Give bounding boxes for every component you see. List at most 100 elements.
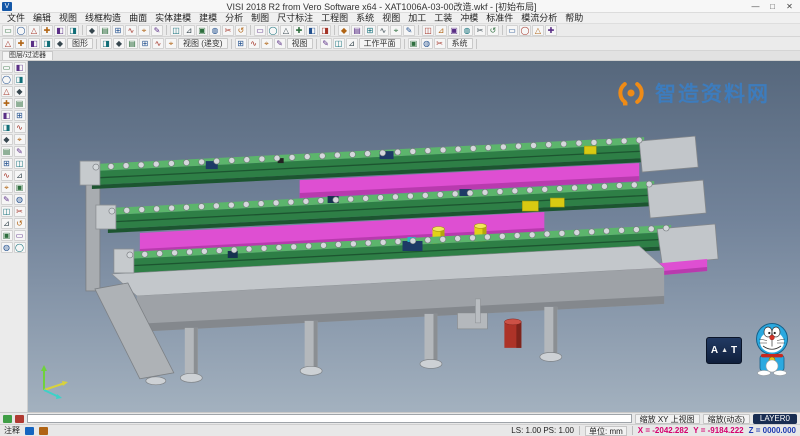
- stop-command-icon[interactable]: [15, 415, 24, 423]
- select-icon[interactable]: ▭: [1, 62, 13, 73]
- extrude-icon[interactable]: ⊞: [14, 110, 26, 121]
- menu-分析[interactable]: 分析: [221, 13, 247, 24]
- minimize-button[interactable]: —: [747, 2, 764, 11]
- rotate-icon[interactable]: ✎: [1, 194, 13, 205]
- workplane-entity-icon[interactable]: ⊿: [346, 38, 358, 49]
- toolbar-group-label-3[interactable]: 工作平面: [359, 38, 401, 49]
- open-icon[interactable]: ◯: [15, 25, 27, 36]
- menu-实体建模[interactable]: 实体建模: [151, 13, 195, 24]
- maximize-button[interactable]: □: [764, 2, 781, 11]
- rectangle-icon[interactable]: ∿: [377, 25, 389, 36]
- polyline-icon[interactable]: ✚: [1, 98, 13, 109]
- save-icon[interactable]: △: [28, 25, 40, 36]
- preview-icon[interactable]: ◧: [54, 25, 66, 36]
- shell-icon[interactable]: ◫: [14, 158, 26, 169]
- measure-icon[interactable]: ✂: [14, 206, 26, 217]
- shade-mode-icon[interactable]: ▭: [254, 25, 266, 36]
- line-icon[interactable]: ◨: [319, 25, 331, 36]
- menu-工装[interactable]: 工装: [430, 13, 456, 24]
- select-all-icon[interactable]: ✎: [151, 25, 163, 36]
- mirror-icon[interactable]: ◫: [422, 25, 434, 36]
- stretch-icon[interactable]: ⊿: [1, 218, 13, 229]
- point-icon[interactable]: ◯: [1, 74, 13, 85]
- settings-icon[interactable]: ▣: [408, 38, 420, 49]
- zoom-window-icon[interactable]: ▣: [196, 25, 208, 36]
- note-icon[interactable]: [25, 427, 34, 435]
- menu-帮助[interactable]: 帮助: [561, 13, 587, 24]
- menu-文件[interactable]: 文件: [3, 13, 29, 24]
- view-front-icon[interactable]: ▤: [126, 38, 138, 49]
- command-input[interactable]: [27, 414, 632, 423]
- macro-icon[interactable]: ✂: [434, 38, 446, 49]
- dimension-icon[interactable]: ✚: [545, 25, 557, 36]
- rotate-view-icon[interactable]: ↺: [235, 25, 247, 36]
- zoom-dynamic-icon[interactable]: ⊞: [235, 38, 247, 49]
- active-layer-badge[interactable]: LAYER0: [753, 414, 797, 424]
- delete-icon[interactable]: ⌖: [138, 25, 150, 36]
- circle-icon[interactable]: ◨: [1, 122, 13, 133]
- section-icon[interactable]: ↺: [14, 218, 26, 229]
- menu-制图[interactable]: 制图: [247, 13, 273, 24]
- refresh-view-icon[interactable]: ✎: [274, 38, 286, 49]
- workplane-icon[interactable]: ◧: [14, 62, 26, 73]
- redo-icon[interactable]: ◆: [86, 25, 98, 36]
- move-icon[interactable]: ⌖: [1, 182, 13, 193]
- feature-icon[interactable]: ◍: [14, 194, 26, 205]
- trim-icon[interactable]: ✂: [474, 25, 486, 36]
- zoom-out-icon[interactable]: ⊿: [183, 25, 195, 36]
- spline-icon[interactable]: ▤: [1, 146, 13, 157]
- menu-模流分析[interactable]: 模流分析: [517, 13, 561, 24]
- menu-曲面[interactable]: 曲面: [125, 13, 151, 24]
- zoom-previous-icon[interactable]: ∿: [248, 38, 260, 49]
- boolean-subtract-icon[interactable]: ✎: [14, 146, 26, 157]
- snap-icon[interactable]: [39, 427, 48, 435]
- pattern-icon[interactable]: ▣: [14, 182, 26, 193]
- calculator-icon[interactable]: ◍: [421, 38, 433, 49]
- scale-icon[interactable]: ◫: [1, 206, 13, 217]
- offset-icon[interactable]: ✎: [403, 25, 415, 36]
- arc-icon[interactable]: ▤: [351, 25, 363, 36]
- dynamic-zoom-button[interactable]: 缩放(动态): [703, 414, 750, 424]
- menu-视图[interactable]: 视图: [378, 13, 404, 24]
- wireframe-mode-icon[interactable]: ◯: [267, 25, 279, 36]
- spline-icon[interactable]: ⌖: [390, 25, 402, 36]
- view-side-icon[interactable]: ⊞: [139, 38, 151, 49]
- entity-filter-icon[interactable]: △: [2, 38, 14, 49]
- zoom-fit-icon[interactable]: ◍: [209, 25, 221, 36]
- cad-model-conveyor[interactable]: [28, 61, 799, 412]
- attributes-icon[interactable]: ◧: [28, 38, 40, 49]
- cut-icon[interactable]: ▤: [99, 25, 111, 36]
- workplane-standard-icon[interactable]: ✎: [320, 38, 332, 49]
- chamfer-icon[interactable]: ◯: [519, 25, 531, 36]
- menu-加工[interactable]: 加工: [404, 13, 430, 24]
- view-rotate-icon[interactable]: ⌖: [165, 38, 177, 49]
- hole-icon[interactable]: ⊿: [14, 170, 26, 181]
- toolbar-group-label-1[interactable]: 视图 (递变): [178, 38, 228, 49]
- view-cube[interactable]: A ▲ T: [706, 337, 742, 364]
- copy-icon[interactable]: ⊞: [112, 25, 124, 36]
- run-command-icon[interactable]: [3, 415, 12, 423]
- point-icon[interactable]: ◧: [306, 25, 318, 36]
- render-icon[interactable]: ▭: [14, 230, 26, 241]
- toolbar-group-label-2[interactable]: 视图: [287, 38, 313, 49]
- line-icon[interactable]: △: [1, 86, 13, 97]
- arc-icon[interactable]: ◧: [1, 110, 13, 121]
- measure-icon[interactable]: △: [532, 25, 544, 36]
- view-mode-button[interactable]: 缩放 XY 上视图: [635, 414, 700, 424]
- print-icon[interactable]: ✚: [41, 25, 53, 36]
- mirror-icon[interactable]: ∿: [1, 170, 13, 181]
- menu-编辑[interactable]: 编辑: [29, 13, 55, 24]
- paste-icon[interactable]: ∿: [125, 25, 137, 36]
- menu-尺寸标注[interactable]: 尺寸标注: [273, 13, 317, 24]
- layer-manager-icon[interactable]: ◯: [14, 242, 26, 253]
- ellipse-icon[interactable]: ◆: [1, 134, 13, 145]
- menu-视图[interactable]: 视图: [55, 13, 81, 24]
- view-back-icon[interactable]: ∿: [152, 38, 164, 49]
- loft-surface-icon[interactable]: ◆: [14, 86, 26, 97]
- units-readout[interactable]: 单位: mm: [585, 426, 627, 436]
- undo-icon[interactable]: ◨: [67, 25, 79, 36]
- zoom-in-icon[interactable]: ◫: [170, 25, 182, 36]
- revolve-icon[interactable]: ∿: [14, 122, 26, 133]
- polyline-icon[interactable]: ◆: [338, 25, 350, 36]
- extend-icon[interactable]: ↺: [487, 25, 499, 36]
